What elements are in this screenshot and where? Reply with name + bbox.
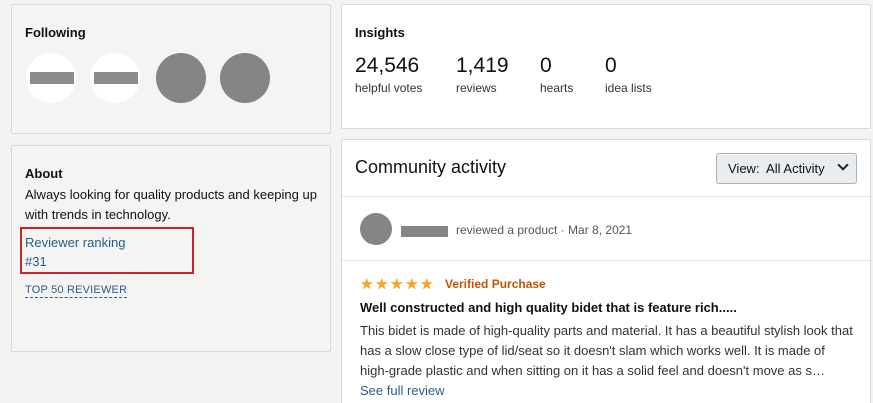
reviewer-ranking-link[interactable]: Reviewer ranking bbox=[25, 235, 125, 250]
about-bio: Always looking for quality products and … bbox=[25, 187, 317, 222]
stat-hearts-label: hearts bbox=[540, 81, 574, 95]
view-filter-label: View: All Activity bbox=[728, 161, 825, 176]
reviewer-ranking-value[interactable]: #31 bbox=[25, 254, 47, 269]
stat-reviews-label: reviews bbox=[456, 81, 497, 95]
redacted-name bbox=[94, 72, 138, 84]
divider bbox=[342, 260, 870, 261]
view-filter-dropdown[interactable]: View: All Activity bbox=[716, 153, 857, 184]
reviewer-avatar[interactable] bbox=[360, 213, 392, 245]
star-icon: ★ bbox=[405, 276, 419, 293]
redacted-reviewer-name[interactable] bbox=[401, 226, 448, 237]
star-icon: ★ bbox=[375, 276, 389, 293]
stat-helpful-votes-label: helpful votes bbox=[355, 81, 423, 95]
top-50-reviewer-badge[interactable]: TOP 50 REVIEWER bbox=[25, 284, 128, 298]
star-icon: ★ bbox=[390, 276, 404, 293]
star-rating: ★ ★ ★ ★ ★ bbox=[360, 276, 435, 294]
community-activity-card: Community activity View: All Activity re… bbox=[341, 139, 871, 403]
community-activity-title: Community activity bbox=[355, 157, 507, 177]
redacted-name bbox=[30, 72, 74, 84]
insights-title: Insights bbox=[355, 25, 405, 40]
activity-meta: reviewed a product · Mar 8, 2021 bbox=[456, 223, 633, 237]
divider bbox=[342, 196, 870, 197]
review-body: This bidet is made of high-quality parts… bbox=[360, 323, 853, 378]
following-avatar-4[interactable] bbox=[220, 53, 270, 103]
following-title: Following bbox=[25, 25, 86, 40]
stat-idea-lists-label: idea lists bbox=[605, 81, 652, 95]
stat-idea-lists-value: 0 bbox=[605, 54, 617, 77]
following-avatar-1[interactable] bbox=[26, 53, 76, 103]
insights-card: Insights 24,546 helpful votes 1,419 revi… bbox=[341, 4, 871, 129]
about-card: About Always looking for quality product… bbox=[11, 145, 331, 352]
stat-reviews-value: 1,419 bbox=[456, 54, 509, 77]
chevron-down-icon bbox=[837, 159, 849, 171]
about-title: About bbox=[25, 166, 63, 181]
stat-helpful-votes-value: 24,546 bbox=[355, 54, 420, 77]
following-avatar-2[interactable] bbox=[90, 53, 140, 103]
star-icon: ★ bbox=[360, 276, 374, 293]
following-avatar-3[interactable] bbox=[156, 53, 206, 103]
verified-purchase-badge: Verified Purchase bbox=[445, 277, 546, 291]
star-icon: ★ bbox=[420, 276, 434, 293]
following-card: Following bbox=[11, 4, 331, 134]
stat-hearts-value: 0 bbox=[540, 54, 552, 77]
review-title[interactable]: Well constructed and high quality bidet … bbox=[360, 300, 737, 315]
see-full-review-link[interactable]: See full review bbox=[360, 383, 445, 398]
